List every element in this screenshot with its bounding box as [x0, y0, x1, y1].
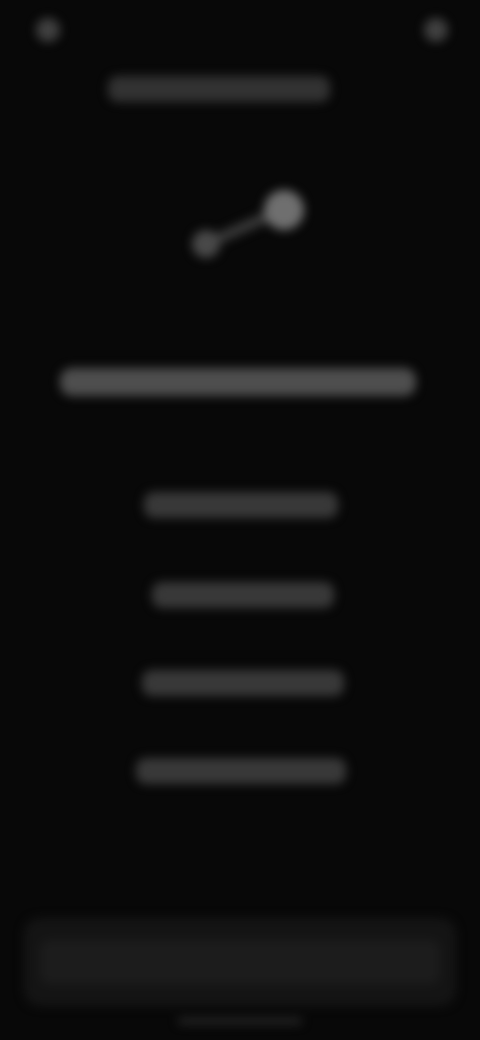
menu-item[interactable] — [142, 670, 344, 696]
menu-item[interactable] — [136, 758, 346, 784]
screen-content — [0, 0, 480, 1040]
status-bar-left — [36, 18, 112, 42]
header-label — [108, 76, 330, 102]
battery-icon — [424, 18, 448, 42]
menu-item[interactable] — [152, 582, 334, 608]
music-note-icon — [192, 190, 304, 258]
hero-title — [60, 368, 416, 396]
menu-item[interactable] — [144, 492, 338, 518]
bottom-panel[interactable] — [24, 918, 456, 1006]
status-bar-right — [352, 18, 448, 42]
bottom-panel-inner — [40, 940, 440, 984]
status-dot-icon — [36, 18, 60, 42]
home-indicator[interactable] — [178, 1018, 302, 1024]
